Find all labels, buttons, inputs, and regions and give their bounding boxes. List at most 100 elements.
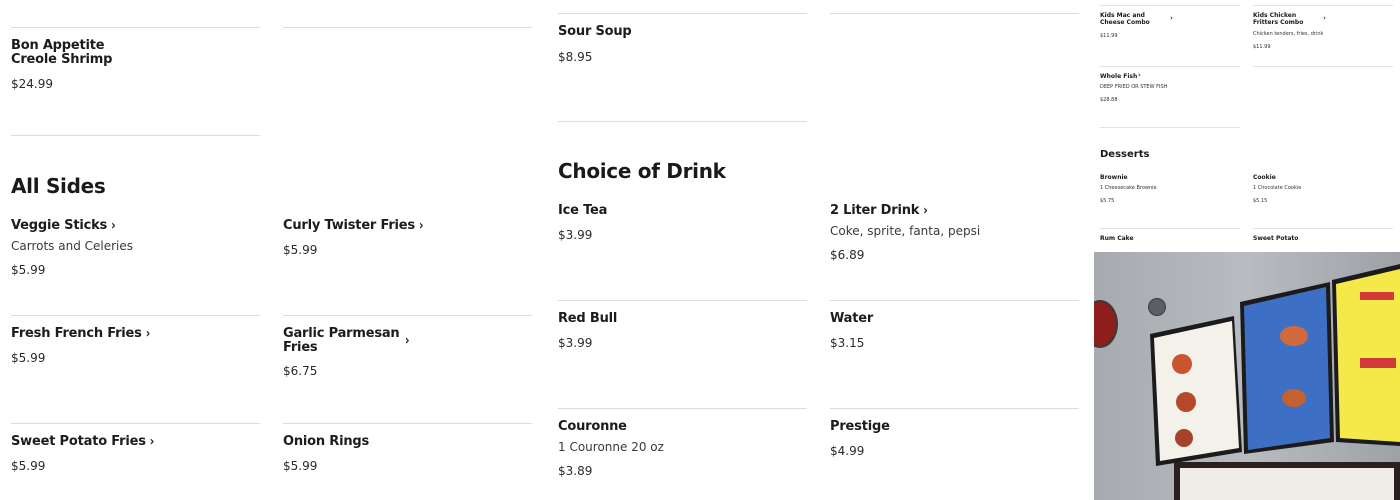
item-title: 2 Liter Drink (830, 203, 920, 218)
item-title: Ice Tea (558, 203, 608, 218)
item-title: Sweet Potato Fries (11, 434, 146, 449)
menu-boards-graphic (1150, 264, 1400, 500)
item-price: $3.89 (558, 464, 593, 478)
menu-item-prestige[interactable]: Prestige (830, 420, 890, 434)
item-price: $6.89 (830, 248, 865, 262)
item-title: Bon Appetite Creole Shrimp (11, 38, 113, 67)
menu-item-veggie-sticks[interactable]: Veggie Sticks › (11, 218, 116, 234)
item-description: 1 Couronne 20 oz (558, 440, 664, 454)
divider (11, 315, 260, 316)
divider (11, 135, 260, 136)
menu-item-curly-twister-fries[interactable]: Curly Twister Fries › (283, 217, 424, 234)
menu-item-garlic-parmesan-fries[interactable]: Garlic Parmesan Fries › (283, 327, 423, 355)
divider (558, 13, 807, 14)
divider (830, 408, 1079, 409)
item-price: $3.15 (830, 336, 865, 350)
mini-item-sweet-potato[interactable]: Sweet Potato (1253, 235, 1298, 242)
section-title: Choice of Drink (558, 159, 726, 183)
restaurant-photo[interactable] (1094, 252, 1400, 500)
item-price: $3.99 (558, 228, 593, 242)
bottom-sign-panel (1180, 468, 1394, 500)
divider (1253, 66, 1393, 67)
divider (283, 315, 532, 316)
menu-board-1-screen (1154, 321, 1239, 461)
menu-item-name[interactable]: Bon Appetite Creole Shrimp (11, 39, 151, 67)
divider (1100, 228, 1240, 229)
item-title: Red Bull (558, 311, 618, 326)
item-price: $5.15 (1253, 198, 1268, 204)
menu-item-ice-tea[interactable]: Ice Tea (558, 204, 607, 218)
item-title: Sour Soup (558, 24, 632, 39)
menu-item-onion-rings[interactable]: Onion Rings (283, 435, 369, 449)
item-title: Fresh French Fries (11, 326, 142, 341)
menu-item-sweet-potato-fries[interactable]: Sweet Potato Fries › (11, 433, 155, 450)
item-title: Couronne (558, 419, 627, 434)
item-title: Prestige (830, 419, 890, 434)
menu-item-couronne[interactable]: Couronne (558, 420, 627, 434)
mini-item-kids-chicken[interactable]: Kids Chicken Fritters Combo (1253, 12, 1313, 26)
section-title: All Sides (11, 174, 106, 198)
menu-item-fresh-french-fries[interactable]: Fresh French Fries › (11, 325, 151, 342)
item-price: $4.99 (830, 444, 865, 458)
mini-item-whole-fish[interactable]: Whole Fish (1100, 73, 1137, 80)
chevron-right-icon: › (149, 433, 155, 450)
mini-item-rum-cake[interactable]: Rum Cake (1100, 235, 1134, 242)
chevron-right-icon: › (418, 217, 424, 234)
item-price: $6.75 (283, 364, 318, 378)
divider (11, 27, 260, 28)
mini-item-kids-mac[interactable]: Kids Mac and Cheese Combo (1100, 12, 1160, 26)
divider (1100, 66, 1240, 67)
item-title: Veggie Sticks (11, 218, 108, 233)
item-description: DEEP FRIED OR STEW FISH (1100, 84, 1168, 90)
chevron-right-icon: › (923, 202, 928, 219)
item-price: $5.99 (283, 459, 318, 473)
divider (1253, 228, 1393, 229)
food-image (1175, 429, 1193, 447)
food-image (1282, 389, 1306, 407)
board-banner (1360, 358, 1396, 368)
board-banner (1360, 292, 1394, 300)
food-image (1176, 392, 1196, 412)
item-description: Carrots and Celeries (11, 239, 134, 253)
item-price: $5.99 (11, 459, 46, 473)
food-image (1280, 326, 1308, 346)
divider (1100, 127, 1240, 128)
item-title: Onion Rings (283, 434, 370, 449)
item-description: 1 Chocolate Cookie (1253, 185, 1302, 191)
chevron-right-icon: › (145, 325, 151, 342)
divider (1253, 5, 1393, 6)
divider (283, 423, 532, 424)
chevron-right-icon: › (1170, 14, 1173, 22)
mini-item-brownie[interactable]: Brownie (1100, 174, 1128, 181)
menu-item-sour-soup[interactable]: Sour Soup (558, 25, 632, 39)
item-description: 1 Cheesecake Brownie (1100, 185, 1157, 191)
item-price: $8.95 (558, 50, 593, 64)
item-price: $5.99 (283, 243, 318, 257)
divider (283, 27, 532, 28)
divider (1100, 5, 1240, 6)
item-price: $28.88 (1100, 97, 1118, 103)
section-title-desserts: Desserts (1100, 149, 1150, 160)
divider (11, 423, 260, 424)
food-image (1172, 354, 1192, 374)
divider (830, 300, 1079, 301)
chevron-right-icon: › (405, 332, 410, 349)
menu-item-red-bull[interactable]: Red Bull (558, 312, 617, 326)
chevron-right-icon: › (1138, 71, 1141, 79)
divider (830, 13, 1079, 14)
item-price: $3.99 (558, 336, 593, 350)
mini-item-cookie[interactable]: Cookie (1253, 174, 1276, 181)
item-description: Chicken tenders, fries, drink (1253, 31, 1324, 37)
divider (558, 300, 807, 301)
item-price: $5.99 (11, 351, 46, 365)
item-title: Water (830, 311, 874, 326)
item-price: $5.99 (11, 263, 46, 277)
item-title: Curly Twister Fries (283, 218, 415, 233)
menu-item-water[interactable]: Water (830, 312, 873, 326)
menu-item-2-liter-drink[interactable]: 2 Liter Drink › (830, 202, 928, 219)
item-price: $24.99 (11, 77, 53, 91)
divider (558, 408, 807, 409)
menu-board-2-screen (1244, 287, 1330, 450)
divider (558, 121, 807, 122)
item-price: $11.99 (1253, 44, 1271, 50)
